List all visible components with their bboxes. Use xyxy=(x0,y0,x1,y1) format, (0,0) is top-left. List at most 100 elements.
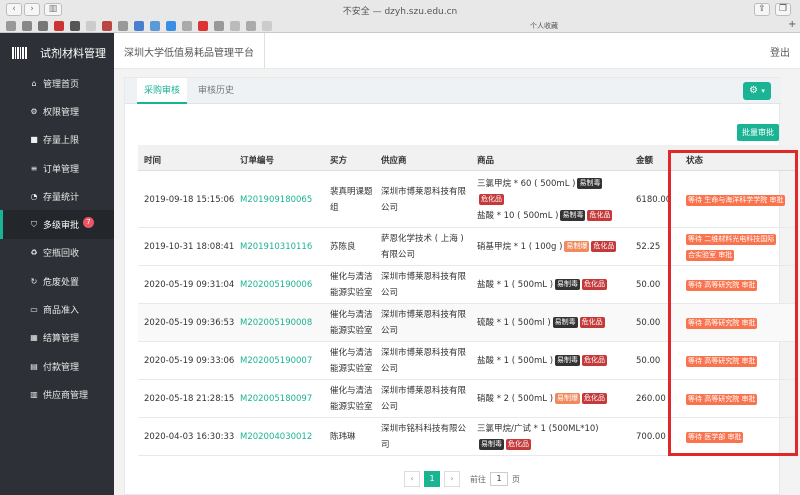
sidebar-toggle-icon[interactable]: ▥ xyxy=(44,3,62,16)
favorite-icon[interactable] xyxy=(182,21,192,31)
page-1-button[interactable]: 1 xyxy=(424,471,440,487)
sidebar-item[interactable]: ▭ 商品准入 xyxy=(0,295,114,323)
order-number-link[interactable]: M202005190006 xyxy=(240,277,312,293)
sidebar-item[interactable]: ⛉ 多级审批 7 xyxy=(0,210,114,239)
column-header[interactable]: 金额 xyxy=(636,154,653,166)
favorite-icon[interactable] xyxy=(262,21,272,31)
supplier-name: 深圳市博莱恩科技有限 xyxy=(381,386,467,396)
sidebar-item[interactable]: ▦ 结算管理 xyxy=(0,324,114,352)
sidebar-item-label: 存量统计 xyxy=(43,192,80,203)
sidebar-item-label: 权限管理 xyxy=(43,107,80,118)
order-number-link[interactable]: M201909180065 xyxy=(240,192,312,208)
tabs-icon[interactable]: ❐ xyxy=(775,3,791,16)
favorite-icon[interactable] xyxy=(246,21,256,31)
sidebar-item[interactable]: ↻ 危废处置 xyxy=(0,267,114,295)
order-number-link[interactable]: M202005190008 xyxy=(240,315,312,331)
next-page-button[interactable]: › xyxy=(444,471,460,487)
product-line: 硫酸 * 1 ( 500ml ) 易制毒 危化品 xyxy=(477,315,605,331)
caret-down-icon: ▾ xyxy=(761,87,765,95)
sidebar-item[interactable]: ≡ 订单管理 xyxy=(0,154,114,182)
order-amount: 700.00 xyxy=(636,432,666,442)
product-line: 硝酸 * 2 ( 500mL ) 易制爆 危化品 xyxy=(477,391,608,407)
hazard-tag: 危化品 xyxy=(582,393,608,404)
order-number-link[interactable]: M202004030012 xyxy=(240,429,312,445)
sidebar-menu: ⌂ 管理首页 ⚙ 权限管理 ■ 存量上限 ≡ 订单管理 ◔ 存量统计 ⛉ 多级审批 7 ♻ 空瓶回收 ↻ 危废处… xyxy=(0,69,114,409)
sidebar-item[interactable]: ⌂ 管理首页 xyxy=(0,69,114,97)
square-icon: ■ xyxy=(30,135,38,145)
column-header[interactable]: 订单编号 xyxy=(240,154,274,166)
sidebar-item-label: 空瓶回收 xyxy=(43,249,80,260)
favorite-icon[interactable] xyxy=(6,21,16,31)
favorite-icon[interactable] xyxy=(230,21,240,31)
product-name: 三氯甲烷/广试 * 1 (500ML*10) xyxy=(477,424,599,434)
sidebar-item-label: 危废处置 xyxy=(43,277,80,288)
favorites-label[interactable]: 个人收藏 xyxy=(530,21,558,31)
column-header[interactable]: 时间 xyxy=(144,154,161,166)
order-number-link[interactable]: M202005180097 xyxy=(240,391,312,407)
favorite-icon[interactable] xyxy=(102,21,112,31)
goto-page-input[interactable]: 1 xyxy=(490,472,508,486)
column-header[interactable]: 供应商 xyxy=(381,154,407,166)
favorite-icon[interactable] xyxy=(70,21,80,31)
column-header[interactable]: 商品 xyxy=(477,154,494,166)
hazard-tag: 危化品 xyxy=(479,193,504,205)
favorite-icon[interactable] xyxy=(118,21,128,31)
sidebar-item-label: 管理首页 xyxy=(43,79,80,90)
goto-label: 前往 xyxy=(470,474,486,484)
supplier-name: 公司 xyxy=(381,364,399,374)
hazard-tag: 易制爆 xyxy=(555,393,581,404)
address-bar[interactable]: 不安全 — dzyh.szu.edu.cn xyxy=(310,4,490,17)
product-name: 盐酸 * 1 ( 500mL ) xyxy=(477,280,554,290)
favorite-icon[interactable] xyxy=(86,21,96,31)
supplier-name: 公司 xyxy=(381,402,399,412)
product-name: 三氯甲烷 * 60 ( 500mL ) xyxy=(477,178,576,189)
order-time: 2019-09-18 15:15:06 xyxy=(144,194,235,205)
favorite-icon[interactable] xyxy=(22,21,32,31)
favorite-icon[interactable] xyxy=(166,21,176,31)
order-number-link[interactable]: M201910310116 xyxy=(240,239,312,255)
list-icon: ≡ xyxy=(30,163,38,173)
order-number-link[interactable]: M202005190007 xyxy=(240,353,312,369)
hazard-tag: 易制毒 xyxy=(555,279,581,290)
favorite-icon[interactable] xyxy=(150,21,160,31)
favorite-icon[interactable] xyxy=(214,21,224,31)
product-line: 盐酸 * 1 ( 500mL ) 易制毒 危化品 xyxy=(477,353,608,369)
supplier-name: 深圳市博莱恩科技有限 xyxy=(381,310,467,320)
sidebar-item[interactable]: ▥ 供应商管理 xyxy=(0,380,114,408)
sidebar-item[interactable]: ◔ 存量统计 xyxy=(0,182,114,210)
tab-purchase-review[interactable]: 采购审核 xyxy=(137,78,187,104)
hazard-tag: 危化品 xyxy=(587,209,613,221)
sidebar-item[interactable]: ■ 存量上限 xyxy=(0,126,114,154)
favorite-icon[interactable] xyxy=(54,21,64,31)
settings-dropdown-button[interactable]: ⚙ ▾ xyxy=(743,82,771,100)
favorite-icon[interactable] xyxy=(38,21,48,31)
logout-link[interactable]: 登出 xyxy=(770,44,790,59)
product-line: 盐酸 * 10 ( 500mL ) 易制毒 危化品 xyxy=(477,208,613,224)
back-button[interactable]: ‹ xyxy=(6,3,22,16)
batch-approve-button[interactable]: 批量审批 xyxy=(737,124,779,141)
gear-icon: ⚙ xyxy=(749,85,759,96)
shield-icon: ⛉ xyxy=(31,219,37,229)
hazard-tag: 危化品 xyxy=(506,439,531,450)
product-line: 三氯甲烷 * 60 ( 500mL ) 易制毒 xyxy=(477,176,603,192)
book-icon: ▥ xyxy=(30,389,38,399)
product-name: 硝基甲烷 * 1 ( 100g ) xyxy=(477,242,563,252)
hazard-tag: 易制毒 xyxy=(555,355,581,366)
tab-review-history[interactable]: 审核历史 xyxy=(191,78,241,104)
pie-chart-icon: ◔ xyxy=(30,191,38,201)
column-header[interactable]: 买方 xyxy=(330,154,347,166)
top-header: 深圳大学低值易耗品管理平台 登出 xyxy=(114,33,800,69)
forward-button[interactable]: › xyxy=(24,3,40,16)
favorite-icon[interactable] xyxy=(134,21,144,31)
buyer-name: 能源实验室 xyxy=(330,364,373,374)
new-tab-icon[interactable]: + xyxy=(788,19,796,30)
sidebar-item[interactable]: ⚙ 权限管理 xyxy=(0,97,114,125)
product-line: 三氯甲烷/广试 * 1 (500ML*10) xyxy=(477,421,599,437)
buyer-name: 能源实验室 xyxy=(330,402,373,412)
hazard-tag: 易制毒 xyxy=(552,317,578,328)
share-icon[interactable]: ⇪ xyxy=(754,3,770,16)
sidebar-item[interactable]: ♻ 空瓶回收 xyxy=(0,239,114,267)
prev-page-button[interactable]: ‹ xyxy=(404,471,420,487)
favorite-icon[interactable] xyxy=(198,21,208,31)
sidebar-item[interactable]: ▤ 付款管理 xyxy=(0,352,114,380)
